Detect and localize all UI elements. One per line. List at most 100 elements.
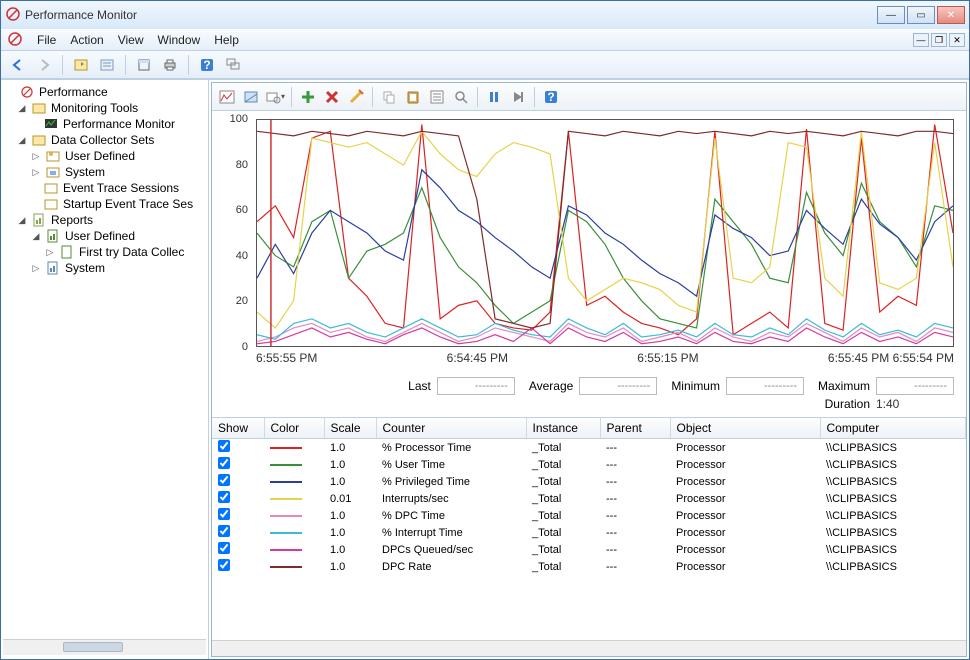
table-h-scrollbar[interactable]: [212, 640, 966, 656]
show-checkbox[interactable]: [218, 457, 230, 469]
counter-table[interactable]: Show Color Scale Counter Instance Parent…: [212, 417, 966, 640]
show-checkbox[interactable]: [218, 440, 230, 452]
app-icon-small: [7, 31, 23, 50]
duration-row: Duration 1:40: [212, 397, 966, 417]
table-row[interactable]: 1.0% User Time_Total---Processor\\CLIPBA…: [212, 456, 966, 473]
chart-toolbar: ▾ ?: [212, 83, 966, 111]
col-object[interactable]: Object: [670, 418, 820, 439]
menu-help[interactable]: Help: [214, 33, 239, 47]
cell-computer: \\CLIPBASICS: [820, 439, 966, 457]
show-checkbox[interactable]: [218, 542, 230, 554]
properties-icon-button[interactable]: [426, 86, 448, 108]
cell-scale: 0.01: [324, 490, 376, 507]
col-color[interactable]: Color: [264, 418, 324, 439]
tree-system[interactable]: ▷System: [3, 164, 206, 180]
cell-parent: ---: [600, 456, 670, 473]
tree-user-defined[interactable]: ▷User Defined: [3, 148, 206, 164]
back-button[interactable]: [7, 54, 29, 76]
delete-counter-button[interactable]: [321, 86, 343, 108]
min-label: Minimum: [671, 379, 720, 393]
cell-object: Processor: [670, 524, 820, 541]
table-row[interactable]: 1.0% DPC Time_Total---Processor\\CLIPBAS…: [212, 507, 966, 524]
window-title: Performance Monitor: [25, 8, 137, 22]
tree-first-try[interactable]: ▷First try Data Collec: [3, 244, 206, 260]
zoom-button[interactable]: [450, 86, 472, 108]
line-chart[interactable]: [256, 119, 954, 347]
chart-help-button[interactable]: ?: [540, 86, 562, 108]
tree-monitoring-tools[interactable]: ◢Monitoring Tools: [3, 100, 206, 116]
cell-object: Processor: [670, 456, 820, 473]
minimize-button[interactable]: ―: [877, 6, 905, 24]
col-instance[interactable]: Instance: [526, 418, 600, 439]
color-swatch: [270, 498, 302, 500]
table-row[interactable]: 1.0DPC Rate_Total---Processor\\CLIPBASIC…: [212, 558, 966, 575]
show-hide-tree-button[interactable]: [70, 54, 92, 76]
cell-parent: ---: [600, 473, 670, 490]
forward-button[interactable]: [33, 54, 55, 76]
xtick-2: 6:55:15 PM: [637, 351, 698, 367]
show-checkbox[interactable]: [218, 508, 230, 520]
color-swatch: [270, 515, 302, 517]
menu-file[interactable]: File: [37, 33, 56, 47]
tree-reports[interactable]: ◢Reports: [3, 212, 206, 228]
properties-button[interactable]: [96, 54, 118, 76]
paste-button[interactable]: [402, 86, 424, 108]
maximize-button[interactable]: ▭: [907, 6, 935, 24]
col-computer[interactable]: Computer: [820, 418, 966, 439]
duration-value: 1:40: [876, 397, 954, 411]
col-parent[interactable]: Parent: [600, 418, 670, 439]
cell-computer: \\CLIPBASICS: [820, 490, 966, 507]
show-checkbox[interactable]: [218, 559, 230, 571]
tree-startup-event-trace[interactable]: Startup Event Trace Ses: [3, 196, 206, 212]
print-button[interactable]: [159, 54, 181, 76]
help-button[interactable]: ?: [196, 54, 218, 76]
col-show[interactable]: Show: [212, 418, 264, 439]
view-line-button[interactable]: [216, 86, 238, 108]
show-checkbox[interactable]: [218, 474, 230, 486]
tree-data-collector-sets[interactable]: ◢Data Collector Sets: [3, 132, 206, 148]
table-row[interactable]: 0.01Interrupts/sec_Total---Processor\\CL…: [212, 490, 966, 507]
tree-h-scrollbar[interactable]: [3, 639, 206, 655]
cell-scale: 1.0: [324, 524, 376, 541]
cell-scale: 1.0: [324, 558, 376, 575]
table-row[interactable]: 1.0DPCs Queued/sec_Total---Processor\\CL…: [212, 541, 966, 558]
col-counter[interactable]: Counter: [376, 418, 526, 439]
view-histogram-button[interactable]: [240, 86, 262, 108]
menu-view[interactable]: View: [118, 33, 144, 47]
new-window-button[interactable]: [133, 54, 155, 76]
show-checkbox[interactable]: [218, 525, 230, 537]
mdi-minimize[interactable]: ―: [913, 33, 929, 47]
tree-reports-system[interactable]: ▷System: [3, 260, 206, 276]
max-value: ---------: [876, 377, 954, 395]
table-row[interactable]: 1.0% Processor Time_Total---Processor\\C…: [212, 439, 966, 457]
menu-action[interactable]: Action: [70, 33, 103, 47]
ytick-0: 0: [242, 341, 248, 353]
tree-performance-monitor[interactable]: Performance Monitor: [3, 116, 206, 132]
add-counter-button[interactable]: [297, 86, 319, 108]
show-checkbox[interactable]: [218, 491, 230, 503]
tree-root[interactable]: Performance: [3, 84, 206, 100]
freeze-button[interactable]: [483, 86, 505, 108]
color-swatch: [270, 447, 302, 449]
chart-area: 100 80 60 40 20 0 6:55:55 PM 6:54:45 PM …: [212, 111, 966, 371]
update-button[interactable]: [507, 86, 529, 108]
highlight-button[interactable]: [345, 86, 367, 108]
tree-event-trace[interactable]: Event Trace Sessions: [3, 180, 206, 196]
tree-event-trace-label: Event Trace Sessions: [63, 181, 179, 195]
last-value: ---------: [437, 377, 515, 395]
mdi-restore[interactable]: ❐: [931, 33, 947, 47]
tree-reports-user-defined[interactable]: ◢User Defined: [3, 228, 206, 244]
close-button[interactable]: ✕: [937, 6, 965, 24]
view-report-button[interactable]: ▾: [264, 86, 286, 108]
mdi-close[interactable]: ✕: [949, 33, 965, 47]
col-scale[interactable]: Scale: [324, 418, 376, 439]
copy-button[interactable]: [378, 86, 400, 108]
menu-window[interactable]: Window: [158, 33, 201, 47]
cell-scale: 1.0: [324, 473, 376, 490]
max-label: Maximum: [818, 379, 870, 393]
cascade-button[interactable]: [222, 54, 244, 76]
nav-toolbar: ?: [1, 51, 969, 79]
table-row[interactable]: 1.0% Interrupt Time_Total---Processor\\C…: [212, 524, 966, 541]
table-row[interactable]: 1.0% Privileged Time_Total---Processor\\…: [212, 473, 966, 490]
cell-instance: _Total: [526, 524, 600, 541]
